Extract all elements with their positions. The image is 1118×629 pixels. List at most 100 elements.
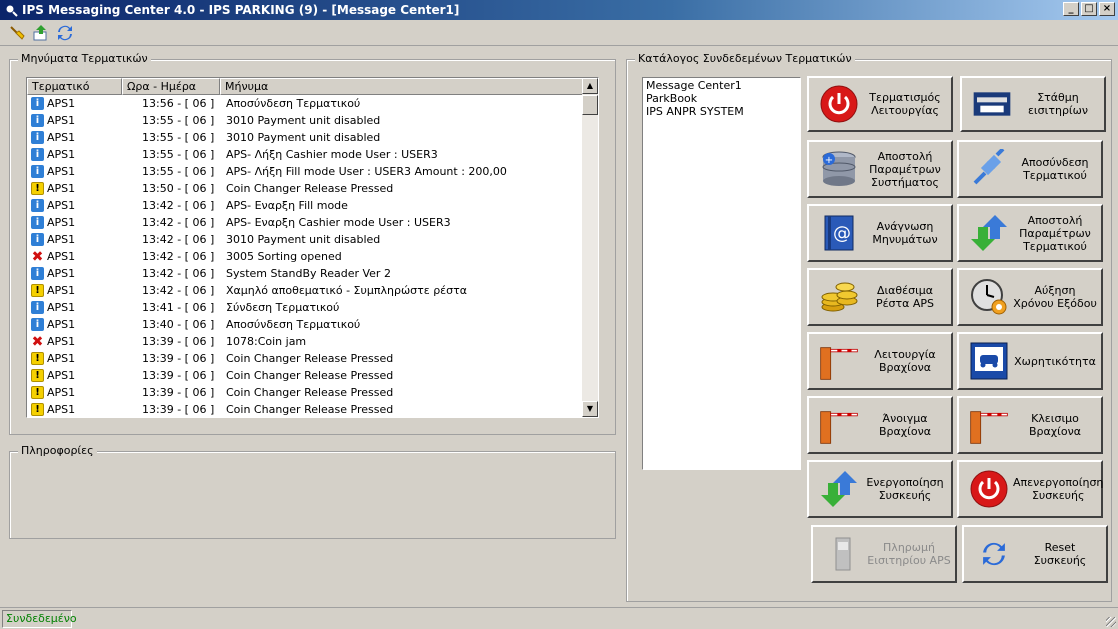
table-row[interactable]: ✖ APS1 13:39 - [ 06 ] 1078:Coin jam: [27, 333, 598, 350]
database-icon: +: [819, 149, 859, 189]
table-row[interactable]: ! APS1 13:42 - [ 06 ] Χαμηλό αποθεματικό - …: [27, 282, 598, 299]
terminal-item[interactable]: IPS ANPR SYSTEM: [646, 105, 797, 118]
error-icon: ✖: [31, 248, 44, 265]
table-row[interactable]: ✖ APS1 13:42 - [ 06 ] 3005 Sorting opened: [27, 248, 598, 265]
toolbar: [0, 20, 1118, 46]
messages-list[interactable]: Τερματικό Ωρα - Ημέρα Μήνυμα i APS1 13:56 …: [26, 77, 599, 418]
disconnect-plug-icon: [969, 149, 1009, 189]
cell-terminal: ! APS1: [27, 369, 122, 382]
warning-icon: !: [31, 284, 44, 297]
column-message[interactable]: Μήνυμα: [220, 78, 583, 95]
terminal-name: APS1: [47, 250, 76, 263]
terminal-name: APS1: [47, 369, 76, 382]
warning-icon: !: [31, 352, 44, 365]
cell-message: Χαμηλό αποθεματικό - Συμπληρώστε ρέστα: [226, 284, 467, 297]
cell-time: 13:56 - [ 06 ]: [142, 97, 215, 110]
column-time[interactable]: Ωρα - Ημέρα: [122, 78, 220, 95]
shutdown-button[interactable]: Τερματισμός Λειτουργίας: [807, 76, 953, 132]
enable-device-button[interactable]: Ενεργοποίηση Συσκευής: [807, 460, 953, 518]
transfer-arrows-icon: [819, 469, 859, 509]
table-row[interactable]: ! APS1 13:39 - [ 06 ] Coin Changer Release …: [27, 384, 598, 401]
column-terminal[interactable]: Τερματικό: [27, 78, 122, 95]
messages-legend: Μηνύματα Τερματικών: [18, 52, 151, 65]
disconnect-terminal-button[interactable]: Αποσύνδεση Τερματικού: [957, 140, 1103, 198]
table-row[interactable]: i APS1 13:40 - [ 06 ] Αποσύνδεση Τερματικού: [27, 316, 598, 333]
upload-icon[interactable]: [32, 24, 50, 42]
table-row[interactable]: i APS1 13:42 - [ 06 ] APS- Εναρξη Cashier m…: [27, 214, 598, 231]
close-button[interactable]: ×: [1099, 2, 1115, 16]
info-icon: i: [31, 165, 44, 178]
table-row[interactable]: ! APS1 13:50 - [ 06 ] Coin Changer Release …: [27, 180, 598, 197]
send-system-params-button[interactable]: + Αποστολή Παραμέτρων Συστήματος: [807, 140, 953, 198]
maximize-button[interactable]: □: [1081, 2, 1097, 16]
cell-terminal: ! APS1: [27, 182, 122, 195]
refresh-icon[interactable]: [56, 24, 74, 42]
info-icon: i: [31, 114, 44, 127]
table-row[interactable]: i APS1 13:42 - [ 06 ] APS- Εναρξη Fill mode: [27, 197, 598, 214]
parking-sign-icon: [969, 341, 1009, 381]
terminal-item[interactable]: ParkBook: [646, 92, 797, 105]
scroll-up-button[interactable]: ▲: [582, 78, 598, 94]
table-row[interactable]: i APS1 13:55 - [ 06 ] APS- Λήξη Cashier mod…: [27, 146, 598, 163]
send-terminal-params-button[interactable]: Αποστολή Παραμέτρων Τερματικού: [957, 204, 1103, 262]
available-change-button[interactable]: Διαθέσιμα Ρέστα APS: [807, 268, 953, 326]
barrier-icon: [969, 405, 1009, 445]
table-row[interactable]: i APS1 13:42 - [ 06 ] 3010 Payment unit dis…: [27, 231, 598, 248]
scroll-thumb[interactable]: [582, 95, 598, 115]
ticket-payment-button[interactable]: Πληρωμή Εισιτηρίου APS: [811, 525, 957, 583]
table-row[interactable]: ! APS1 13:39 - [ 06 ] Coin Changer Release …: [27, 367, 598, 384]
info-group: Πληροφορίες: [9, 444, 616, 539]
table-row[interactable]: i APS1 13:55 - [ 06 ] 3010 Payment unit dis…: [27, 112, 598, 129]
terminal-name: APS1: [47, 335, 76, 348]
info-icon: i: [31, 148, 44, 161]
terminal-name: APS1: [47, 386, 76, 399]
messages-scrollbar[interactable]: ▲ ▼: [582, 78, 598, 417]
increase-exit-time-button[interactable]: Αύξηση Χρόνου Εξόδου: [957, 268, 1103, 326]
terminals-list[interactable]: Message Center1 ParkBook IPS ANPR SYSTEM: [642, 77, 801, 470]
cell-terminal: i APS1: [27, 97, 122, 110]
broom-icon[interactable]: [8, 24, 26, 42]
cell-message: Σύνδεση Τερματικού: [226, 301, 340, 314]
close-barrier-button[interactable]: Κλεισιμο Βραχίονα: [957, 396, 1103, 454]
disable-device-button[interactable]: Απενεργοποίηση Συσκευής: [957, 460, 1103, 518]
reset-device-button[interactable]: Reset Συσκευής: [962, 525, 1108, 583]
cell-time: 13:39 - [ 06 ]: [142, 352, 215, 365]
svg-text:+: +: [825, 155, 833, 166]
clock-gear-icon: [969, 277, 1009, 317]
resize-grip[interactable]: [1106, 617, 1116, 627]
table-row[interactable]: ! APS1 13:39 - [ 06 ] Coin Changer Release …: [27, 350, 598, 367]
table-row[interactable]: i APS1 13:56 - [ 06 ] Αποσύνδεση Τερματικού: [27, 95, 598, 112]
table-row[interactable]: i APS1 13:55 - [ 06 ] APS- Λήξη Fill mode U…: [27, 163, 598, 180]
power-icon: [969, 469, 1009, 509]
warning-icon: !: [31, 386, 44, 399]
ticket-level-button[interactable]: Στάθμη εισιτηρίων: [960, 76, 1106, 132]
minimize-button[interactable]: _: [1063, 2, 1079, 16]
scroll-down-button[interactable]: ▼: [582, 401, 598, 417]
barrier-operation-button[interactable]: Λειτουργία Βραχίονα: [807, 332, 953, 390]
cell-time: 13:42 - [ 06 ]: [142, 250, 215, 263]
messages-list-header: Τερματικό Ωρα - Ημέρα Μήνυμα: [27, 78, 598, 95]
table-row[interactable]: ! APS1 13:39 - [ 06 ] Coin Changer Release …: [27, 401, 598, 417]
open-barrier-button[interactable]: Άνοιγμα Βραχίονα: [807, 396, 953, 454]
cell-message: 1078:Coin jam: [226, 335, 307, 348]
capacity-button[interactable]: Χωρητικότητα: [957, 332, 1103, 390]
cell-terminal: i APS1: [27, 216, 122, 229]
cell-message: 3010 Payment unit disabled: [226, 131, 381, 144]
read-messages-button[interactable]: @ Ανάγνωση Μηνυμάτων: [807, 204, 953, 262]
terminal-item[interactable]: Message Center1: [646, 79, 797, 92]
cell-message: Coin Changer Release Pressed: [226, 182, 394, 195]
terminal-name: APS1: [47, 199, 76, 212]
table-row[interactable]: i APS1 13:55 - [ 06 ] 3010 Payment unit dis…: [27, 129, 598, 146]
info-icon: i: [31, 199, 44, 212]
table-row[interactable]: i APS1 13:41 - [ 06 ] Σύνδεση Τερματικού: [27, 299, 598, 316]
cell-terminal: i APS1: [27, 301, 122, 314]
cell-terminal: i APS1: [27, 233, 122, 246]
terminal-name: APS1: [47, 233, 76, 246]
cell-terminal: i APS1: [27, 148, 122, 161]
refresh-icon: [974, 534, 1014, 574]
cell-time: 13:42 - [ 06 ]: [142, 267, 215, 280]
cell-message: Coin Changer Release Pressed: [226, 403, 394, 416]
error-icon: ✖: [31, 333, 44, 350]
table-row[interactable]: i APS1 13:42 - [ 06 ] System StandBy Reader…: [27, 265, 598, 282]
info-icon: i: [31, 318, 44, 331]
